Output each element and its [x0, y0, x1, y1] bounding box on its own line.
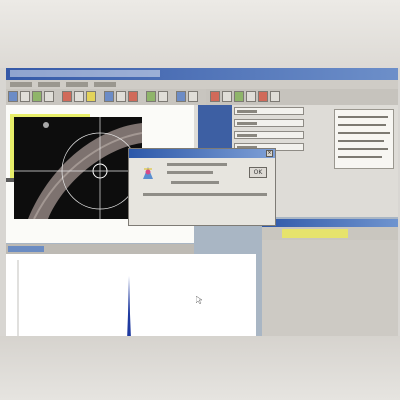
main-peak — [127, 276, 131, 336]
main-spectrum-panel — [6, 254, 256, 336]
main-spectrum-plot — [17, 260, 131, 336]
copyright-text-blur — [143, 193, 267, 196]
close-icon[interactable]: × — [266, 150, 273, 157]
toolbar-button[interactable] — [62, 91, 72, 102]
menu-item[interactable] — [38, 82, 60, 87]
main-title-bar — [6, 68, 398, 80]
toolbar-button[interactable] — [44, 91, 54, 102]
toolbar-button[interactable] — [234, 91, 244, 102]
element-result-list — [334, 109, 394, 169]
program-subtitle-blur — [167, 171, 213, 174]
toolbar-button[interactable] — [210, 91, 220, 102]
dialog-title-bar: × — [129, 149, 275, 158]
toolbar-button[interactable] — [176, 91, 186, 102]
image-window-title-bar — [262, 219, 398, 227]
menu-bar — [6, 80, 398, 89]
screen: × OK — [6, 68, 398, 336]
program-name-blur — [167, 163, 227, 166]
spectrum-info-label-blur — [8, 246, 44, 252]
menu-item[interactable] — [66, 82, 88, 87]
mouse-cursor-icon — [196, 296, 202, 304]
toolbar-button[interactable] — [246, 91, 256, 102]
toolbar-button[interactable] — [258, 91, 268, 102]
toolbar-button[interactable] — [32, 91, 42, 102]
window-title-blur — [10, 70, 160, 77]
version-text-blur — [171, 181, 219, 184]
toolbar-button[interactable] — [116, 91, 126, 102]
image-window-slider[interactable] — [282, 229, 348, 238]
image-window-toolbar — [262, 227, 398, 240]
monitor-bezel-bottom — [0, 336, 400, 400]
menu-item[interactable] — [94, 82, 116, 87]
spectrum-info-bar — [6, 244, 194, 254]
image-window — [262, 219, 398, 336]
image-spot — [43, 122, 49, 128]
toolbar-button[interactable] — [146, 91, 156, 102]
version-info-dialog: × OK — [128, 148, 276, 226]
condition-field[interactable] — [234, 119, 304, 127]
toolbar-button[interactable] — [158, 91, 168, 102]
ok-button[interactable]: OK — [249, 167, 267, 178]
toolbar-left — [6, 89, 206, 105]
condition-field[interactable] — [234, 131, 304, 139]
monitor-bezel-top — [0, 0, 400, 68]
toolbar-button[interactable] — [128, 91, 138, 102]
toolbar-button[interactable] — [20, 91, 30, 102]
program-logo-icon — [143, 167, 153, 179]
sample-image-view — [14, 117, 142, 219]
toolbar-button[interactable] — [222, 91, 232, 102]
toolbar-button[interactable] — [86, 91, 96, 102]
toolbar-button[interactable] — [104, 91, 114, 102]
toolbar-button[interactable] — [74, 91, 84, 102]
toolbar-button[interactable] — [8, 91, 18, 102]
condition-field[interactable] — [234, 107, 304, 115]
toolbar-button[interactable] — [270, 91, 280, 102]
menu-item[interactable] — [10, 82, 32, 87]
toolbar-button[interactable] — [188, 91, 198, 102]
toolbar-right — [206, 89, 398, 105]
